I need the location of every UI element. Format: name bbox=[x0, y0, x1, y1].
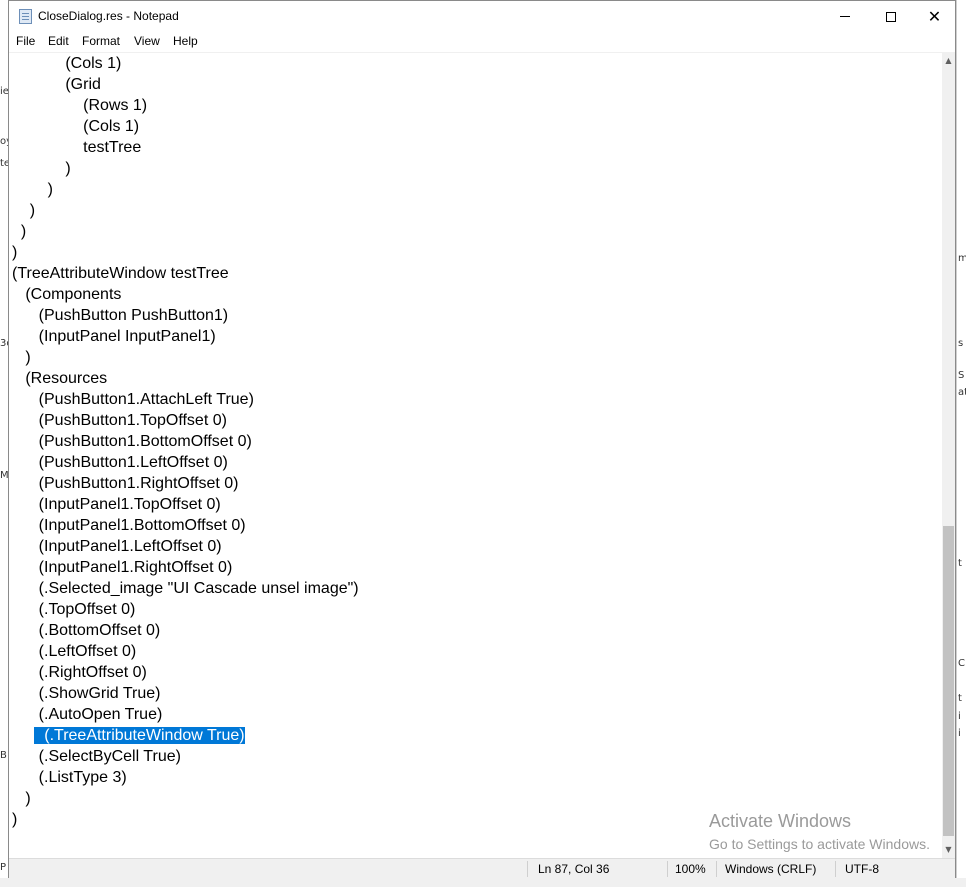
background-text-fragment: i bbox=[958, 728, 961, 739]
close-button[interactable]: ✕ bbox=[914, 1, 955, 32]
close-icon: ✕ bbox=[927, 6, 942, 26]
code-line: (.TreeAttributeWindow True) bbox=[12, 725, 245, 746]
menu-view[interactable]: View bbox=[133, 34, 161, 48]
title-bar[interactable]: CloseDialog.res - Notepad ✕ bbox=[9, 1, 955, 32]
minimize-icon bbox=[840, 16, 850, 17]
background-window-right-edge: m s S at t C t i i bbox=[956, 0, 966, 887]
code-line: (Resources bbox=[12, 370, 108, 387]
vertical-scrollbar[interactable]: ▲ ▼ bbox=[942, 52, 955, 858]
resize-grip-icon[interactable] bbox=[942, 858, 955, 878]
background-text-fragment: m bbox=[958, 253, 966, 264]
background-text-fragment: s bbox=[958, 338, 964, 349]
code-line: (Rows 1) bbox=[12, 97, 148, 114]
minimize-button[interactable] bbox=[822, 1, 868, 32]
menu-bar: File Edit Format View Help bbox=[9, 32, 955, 52]
background-text-fragment: t bbox=[958, 693, 962, 704]
status-divider bbox=[835, 861, 836, 877]
text-editor[interactable]: (Cols 1) (Grid (Rows 1) (Cols 1) testTre… bbox=[9, 52, 942, 858]
selected-text: (.TreeAttributeWindow True) bbox=[34, 727, 245, 744]
line-ending: Windows (CRLF) bbox=[725, 862, 817, 876]
code-line: (.AutoOpen True) bbox=[12, 706, 163, 723]
code-line: ) bbox=[12, 181, 53, 198]
code-line: (Grid bbox=[12, 76, 101, 93]
code-line: ) bbox=[12, 244, 18, 261]
code-line: (.BottomOffset 0) bbox=[12, 622, 161, 639]
code-line: ) bbox=[12, 811, 18, 828]
scrollbar-thumb[interactable] bbox=[943, 526, 954, 836]
maximize-icon bbox=[886, 11, 896, 22]
maximize-button[interactable] bbox=[868, 1, 914, 32]
code-line: ) bbox=[12, 790, 31, 807]
code-line: ) bbox=[12, 202, 36, 219]
background-text-fragment: i bbox=[958, 711, 961, 722]
background-text-fragment: C bbox=[958, 658, 965, 669]
status-bar: Ln 87, Col 36 100% Windows (CRLF) UTF-8 bbox=[9, 858, 955, 878]
code-line: (.TopOffset 0) bbox=[12, 601, 136, 618]
background-text-fragment: t bbox=[958, 558, 962, 569]
menu-format[interactable]: Format bbox=[81, 34, 121, 48]
zoom-level: 100% bbox=[675, 862, 706, 876]
menu-help[interactable]: Help bbox=[172, 34, 199, 48]
code-line: testTree bbox=[12, 139, 142, 156]
background-text-fragment: B bbox=[0, 750, 7, 761]
code-line: (PushButton1.RightOffset 0) bbox=[12, 475, 239, 492]
code-line: (.ListType 3) bbox=[12, 769, 127, 786]
code-line: (PushButton1.AttachLeft True) bbox=[12, 391, 254, 408]
code-line: (InputPanel1.TopOffset 0) bbox=[12, 496, 221, 513]
code-line: (Components bbox=[12, 286, 122, 303]
taskbar-strip bbox=[0, 878, 966, 887]
code-line: (PushButton1.TopOffset 0) bbox=[12, 412, 227, 429]
code-line: ) bbox=[12, 223, 27, 240]
menu-file[interactable]: File bbox=[15, 34, 36, 48]
code-line: (PushButton PushButton1) bbox=[12, 307, 229, 324]
code-line: (PushButton1.LeftOffset 0) bbox=[12, 454, 228, 471]
code-line: (TreeAttributeWindow testTree bbox=[12, 265, 229, 282]
cursor-position: Ln 87, Col 36 bbox=[538, 862, 610, 876]
notepad-window: CloseDialog.res - Notepad ✕ File Edit Fo… bbox=[8, 0, 956, 878]
encoding: UTF-8 bbox=[845, 862, 879, 876]
background-text-fragment: at bbox=[958, 387, 966, 398]
status-divider bbox=[716, 861, 717, 877]
scroll-down-icon[interactable]: ▼ bbox=[942, 841, 955, 858]
scroll-up-icon[interactable]: ▲ bbox=[942, 52, 955, 69]
activation-watermark-subtitle: Go to Settings to activate Windows. bbox=[709, 836, 930, 852]
code-line: (.ShowGrid True) bbox=[12, 685, 161, 702]
code-line: (.SelectByCell True) bbox=[12, 748, 181, 765]
code-line: (InputPanel1.BottomOffset 0) bbox=[12, 517, 246, 534]
code-line: (InputPanel InputPanel1) bbox=[12, 328, 216, 345]
code-line: (.LeftOffset 0) bbox=[12, 643, 137, 660]
background-text-fragment: P bbox=[0, 862, 7, 873]
code-line: (PushButton1.BottomOffset 0) bbox=[12, 433, 252, 450]
code-line: ) bbox=[12, 160, 71, 177]
status-divider bbox=[667, 861, 668, 877]
code-line: (.Selected_image "UI Cascade unsel image… bbox=[12, 580, 359, 597]
code-line: (InputPanel1.RightOffset 0) bbox=[12, 559, 233, 576]
window-title: CloseDialog.res - Notepad bbox=[38, 9, 179, 23]
code-line: (Cols 1) bbox=[12, 118, 140, 135]
status-divider bbox=[527, 861, 528, 877]
code-line: ) bbox=[12, 349, 31, 366]
code-line: (InputPanel1.LeftOffset 0) bbox=[12, 538, 222, 555]
menu-edit[interactable]: Edit bbox=[47, 34, 70, 48]
code-line: (Cols 1) bbox=[12, 55, 122, 72]
notepad-icon[interactable] bbox=[19, 9, 32, 24]
code-line: (.RightOffset 0) bbox=[12, 664, 147, 681]
background-text-fragment: S bbox=[958, 370, 965, 381]
activation-watermark-title: Activate Windows bbox=[709, 811, 852, 831]
